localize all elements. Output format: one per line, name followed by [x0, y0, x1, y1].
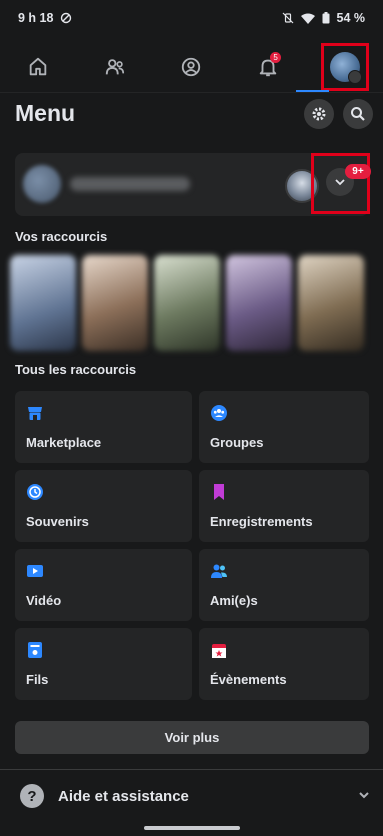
tile-events[interactable]: Évènements [199, 628, 369, 700]
highlight-box: 9+ [311, 153, 371, 214]
battery-icon [322, 12, 329, 24]
tile-marketplace[interactable]: Marketplace [15, 391, 192, 463]
avatar [329, 52, 362, 84]
profile-circle-icon [182, 57, 201, 77]
tile-video[interactable]: Vidéo [15, 549, 192, 621]
tile-friends[interactable]: Ami(e)s [199, 549, 369, 621]
section-your-shortcuts: Vos raccourcis [15, 229, 108, 244]
tile-feeds[interactable]: Fils [15, 628, 192, 700]
question-icon: ? [20, 784, 44, 808]
tab-profile[interactable] [168, 44, 214, 90]
profile-name-blurred [70, 177, 190, 191]
tile-label: Marketplace [26, 435, 102, 450]
dnd-icon [61, 12, 72, 24]
tab-menu-profile[interactable] [320, 43, 369, 91]
shortcut-item[interactable] [298, 255, 364, 351]
feeds-icon [28, 642, 42, 658]
friends-icon [211, 564, 227, 578]
tab-friends[interactable] [92, 44, 138, 90]
vibrate-off-icon [282, 12, 293, 24]
friends-icon [105, 59, 124, 75]
divider [0, 769, 383, 770]
bookmark-icon [214, 484, 224, 500]
tab-home[interactable] [15, 44, 61, 90]
top-nav: 5 [0, 42, 383, 93]
help-label: Aide et assistance [58, 787, 189, 805]
shop-icon [28, 407, 42, 420]
search-button[interactable] [343, 99, 373, 129]
battery-level: 54 % [336, 11, 366, 25]
help-support-row[interactable]: ? Aide et assistance [0, 778, 383, 814]
section-all-shortcuts: Tous les raccourcis [15, 362, 137, 377]
status-time: 9 h 18 [18, 11, 54, 25]
see-more-button[interactable]: Voir plus [15, 721, 369, 754]
tile-label: Souvenirs [26, 514, 89, 529]
home-icon [30, 57, 47, 76]
video-icon [27, 565, 43, 577]
tile-saved[interactable]: Enregistrements [199, 470, 369, 542]
tile-memories[interactable]: Souvenirs [15, 470, 192, 542]
tile-label: Groupes [210, 435, 264, 450]
calendar-icon [212, 644, 226, 658]
tile-label: Ami(e)s [210, 593, 258, 608]
tile-label: Évènements [210, 672, 287, 687]
tile-label: Fils [26, 672, 49, 687]
menu-mini-icon [347, 70, 362, 84]
page-title: Menu [15, 100, 76, 126]
tile-label: Vidéo [26, 593, 62, 608]
search-icon [351, 107, 365, 121]
chevron-down-icon [335, 179, 345, 186]
shortcut-item[interactable] [154, 255, 220, 351]
clock-icon [27, 484, 43, 500]
tile-groups[interactable]: Groupes [199, 391, 369, 463]
groups-icon [211, 405, 227, 421]
status-bar: 9 h 18 54 % [0, 0, 383, 36]
shortcut-grid: Marketplace Groupes Souvenirs Enregistre… [15, 391, 369, 700]
chevron-down-icon [359, 792, 369, 799]
tile-label: Enregistrements [210, 514, 313, 529]
shortcut-item[interactable] [82, 255, 148, 351]
profile-badge: 9+ [345, 164, 371, 179]
profile-card[interactable]: 9+ [15, 153, 371, 216]
tab-notifications[interactable]: 5 [245, 44, 291, 90]
shortcut-item[interactable] [10, 255, 76, 351]
shortcut-item[interactable] [226, 255, 292, 351]
settings-button[interactable] [304, 99, 334, 129]
active-tab-indicator [296, 90, 329, 92]
home-indicator[interactable] [144, 826, 240, 830]
avatar [23, 165, 61, 203]
shortcut-strip [10, 255, 364, 355]
gear-icon [312, 107, 326, 121]
wifi-icon [300, 13, 315, 24]
notification-badge: 5 [270, 52, 282, 63]
